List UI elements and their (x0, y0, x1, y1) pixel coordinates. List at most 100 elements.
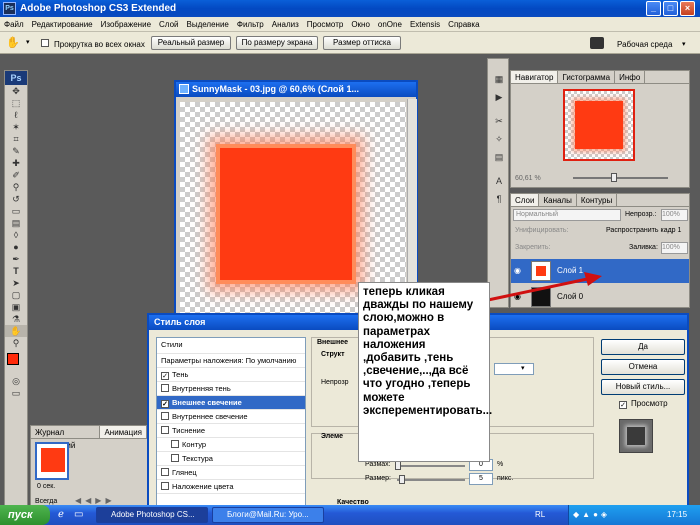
zoom-slider-thumb[interactable] (611, 173, 617, 182)
history-panel-icon[interactable]: ▦ (488, 73, 510, 85)
stamp-tool-icon[interactable]: ⚲ (5, 181, 27, 193)
eyedropper-tool-icon[interactable]: ⚗ (5, 313, 27, 325)
ok-button[interactable]: Да (601, 339, 685, 355)
quick-mask-icon[interactable]: ◎ (5, 375, 27, 387)
task-photoshop[interactable]: Adobe Photoshop CS... (96, 507, 208, 523)
hand-tool-icon[interactable]: ✋ (6, 36, 22, 50)
scroll-all-checkbox[interactable] (41, 39, 52, 48)
history-brush-icon[interactable]: ↺ (5, 193, 27, 205)
lasso-tool-icon[interactable]: ℓ (5, 109, 27, 121)
navigator-thumbnail[interactable] (563, 89, 635, 161)
style-contour[interactable]: Контур (157, 438, 305, 452)
propagate-frame-label[interactable]: Распространить кадр 1 (606, 227, 681, 234)
style-satin[interactable]: Глянец (157, 466, 305, 480)
magic-wand-tool-icon[interactable]: ✶ (5, 121, 27, 133)
print-size-button[interactable]: Размер оттиска (323, 36, 401, 50)
checkbox[interactable] (161, 426, 169, 434)
foreground-color-swatch[interactable] (7, 353, 19, 365)
style-texture[interactable]: Текстура (157, 452, 305, 466)
menu-help[interactable]: Справка (444, 17, 483, 31)
healing-tool-icon[interactable]: ✚ (5, 157, 27, 169)
menu-layer[interactable]: Слой (155, 17, 182, 31)
opacity-field[interactable]: 100% (661, 209, 688, 221)
size-field[interactable]: 5 (469, 473, 493, 485)
brushes-panel-icon[interactable]: ✧ (488, 133, 510, 145)
marquee-tool-icon[interactable]: ⬚ (5, 97, 27, 109)
tray-icons[interactable]: ◆▲●◈ (573, 505, 610, 525)
eraser-tool-icon[interactable]: ▭ (5, 205, 27, 217)
dodge-tool-icon[interactable]: ● (5, 241, 27, 253)
checkbox[interactable] (171, 440, 179, 448)
styles-item[interactable]: Стили (157, 338, 305, 354)
tab-histogram[interactable]: Гистограмма (558, 71, 616, 83)
paragraph-panel-icon[interactable]: ¶ (488, 193, 510, 205)
checkbox[interactable] (161, 384, 169, 392)
size-slider-thumb[interactable] (399, 475, 405, 484)
tab-measurement-log[interactable]: Журнал измерений (31, 426, 101, 450)
task-browser[interactable]: Блоги@Mail.Ru: Уро... (212, 507, 324, 523)
fit-screen-button[interactable]: По размеру экрана (236, 36, 318, 50)
actual-size-button[interactable]: Реальный размер (151, 36, 231, 50)
checkbox[interactable] (161, 468, 169, 476)
pen-tool-icon[interactable]: ✒ (5, 253, 27, 265)
checkbox-checked[interactable]: ✓ (161, 372, 169, 380)
zoom-tool-icon[interactable]: ⚲ (5, 337, 27, 349)
tool-preset-dropdown-icon[interactable]: ▾ (26, 36, 30, 50)
start-button[interactable]: пуск (0, 505, 50, 525)
tab-layers[interactable]: Слои (511, 194, 540, 206)
checkbox-checked[interactable]: ✓ (619, 401, 627, 409)
quicklaunch-desktop-icon[interactable]: ▭ (74, 509, 83, 520)
style-drop-shadow[interactable]: ✓ Тень (157, 368, 305, 382)
checkbox-checked[interactable]: ✓ (161, 400, 169, 408)
menu-analysis[interactable]: Анализ (268, 17, 303, 31)
style-inner-glow[interactable]: Внутреннее свечение (157, 410, 305, 424)
frame-delay[interactable]: 0 сек. (37, 483, 55, 490)
menu-filter[interactable]: Фильтр (233, 17, 268, 31)
blur-tool-icon[interactable]: ◊ (5, 229, 27, 241)
gradient-tool-icon[interactable]: ▤ (5, 217, 27, 229)
new-style-button[interactable]: Новый стиль... (601, 379, 685, 395)
fill-field[interactable]: 100% (661, 242, 688, 254)
tab-navigator[interactable]: Навигатор (511, 71, 559, 83)
menu-image[interactable]: Изображение (97, 17, 155, 31)
menu-window[interactable]: Окно (347, 17, 374, 31)
actions-panel-icon[interactable]: ▶ (488, 91, 510, 103)
workspace-dropdown-icon[interactable]: ▾ (682, 40, 686, 48)
screen-mode-icon[interactable]: ▭ (5, 387, 27, 399)
crop-tool-icon[interactable]: ⌗ (5, 133, 27, 145)
checkbox[interactable] (161, 482, 169, 490)
blend-mode-select[interactable]: Нормальный (513, 209, 621, 221)
cancel-button[interactable]: Отмена (601, 359, 685, 375)
dropdown-arrow-icon[interactable]: ▾ (521, 364, 525, 372)
menu-file[interactable]: Файл (0, 17, 28, 31)
style-bevel-emboss[interactable]: Тиснение (157, 424, 305, 438)
tab-animation[interactable]: Анимация (100, 426, 147, 438)
preview-checkbox[interactable]: ✓ (619, 399, 630, 409)
clone-source-icon[interactable]: ▤ (488, 151, 510, 163)
spread-slider-thumb[interactable] (395, 461, 401, 470)
menu-extensis[interactable]: Extensis (406, 17, 444, 31)
animation-frame-1[interactable] (35, 442, 69, 480)
quicklaunch-ie-icon[interactable]: ℯ (58, 509, 64, 520)
workspace-icon[interactable] (590, 37, 604, 49)
size-slider[interactable] (397, 479, 465, 481)
checkbox-box[interactable] (41, 39, 49, 47)
character-panel-icon[interactable]: A (488, 175, 510, 187)
slice-tool-icon[interactable]: ✎ (5, 145, 27, 157)
style-inner-shadow[interactable]: Внутренняя тень (157, 382, 305, 396)
taskbar-clock[interactable]: 17:15 (667, 505, 687, 525)
checkbox[interactable] (171, 454, 179, 462)
tool-presets-icon[interactable]: ✂ (488, 115, 510, 127)
maximize-button[interactable]: □ (663, 1, 678, 16)
close-button[interactable]: × (680, 1, 695, 16)
minimize-button[interactable]: _ (646, 1, 661, 16)
loop-select[interactable]: Всегда (35, 498, 57, 505)
blending-options-item[interactable]: Параметры наложения: По умолчанию (157, 354, 305, 368)
tab-paths[interactable]: Контуры (577, 194, 618, 206)
type-tool-icon[interactable]: T (5, 265, 27, 277)
language-indicator[interactable]: RL (535, 505, 545, 525)
navigator-zoom-slider[interactable] (573, 177, 668, 179)
style-outer-glow[interactable]: ✓ Внешнее свечение (157, 396, 305, 410)
move-tool-icon[interactable]: ✥ (5, 85, 27, 97)
navigator-zoom-value[interactable]: 60,61 % (515, 175, 541, 182)
